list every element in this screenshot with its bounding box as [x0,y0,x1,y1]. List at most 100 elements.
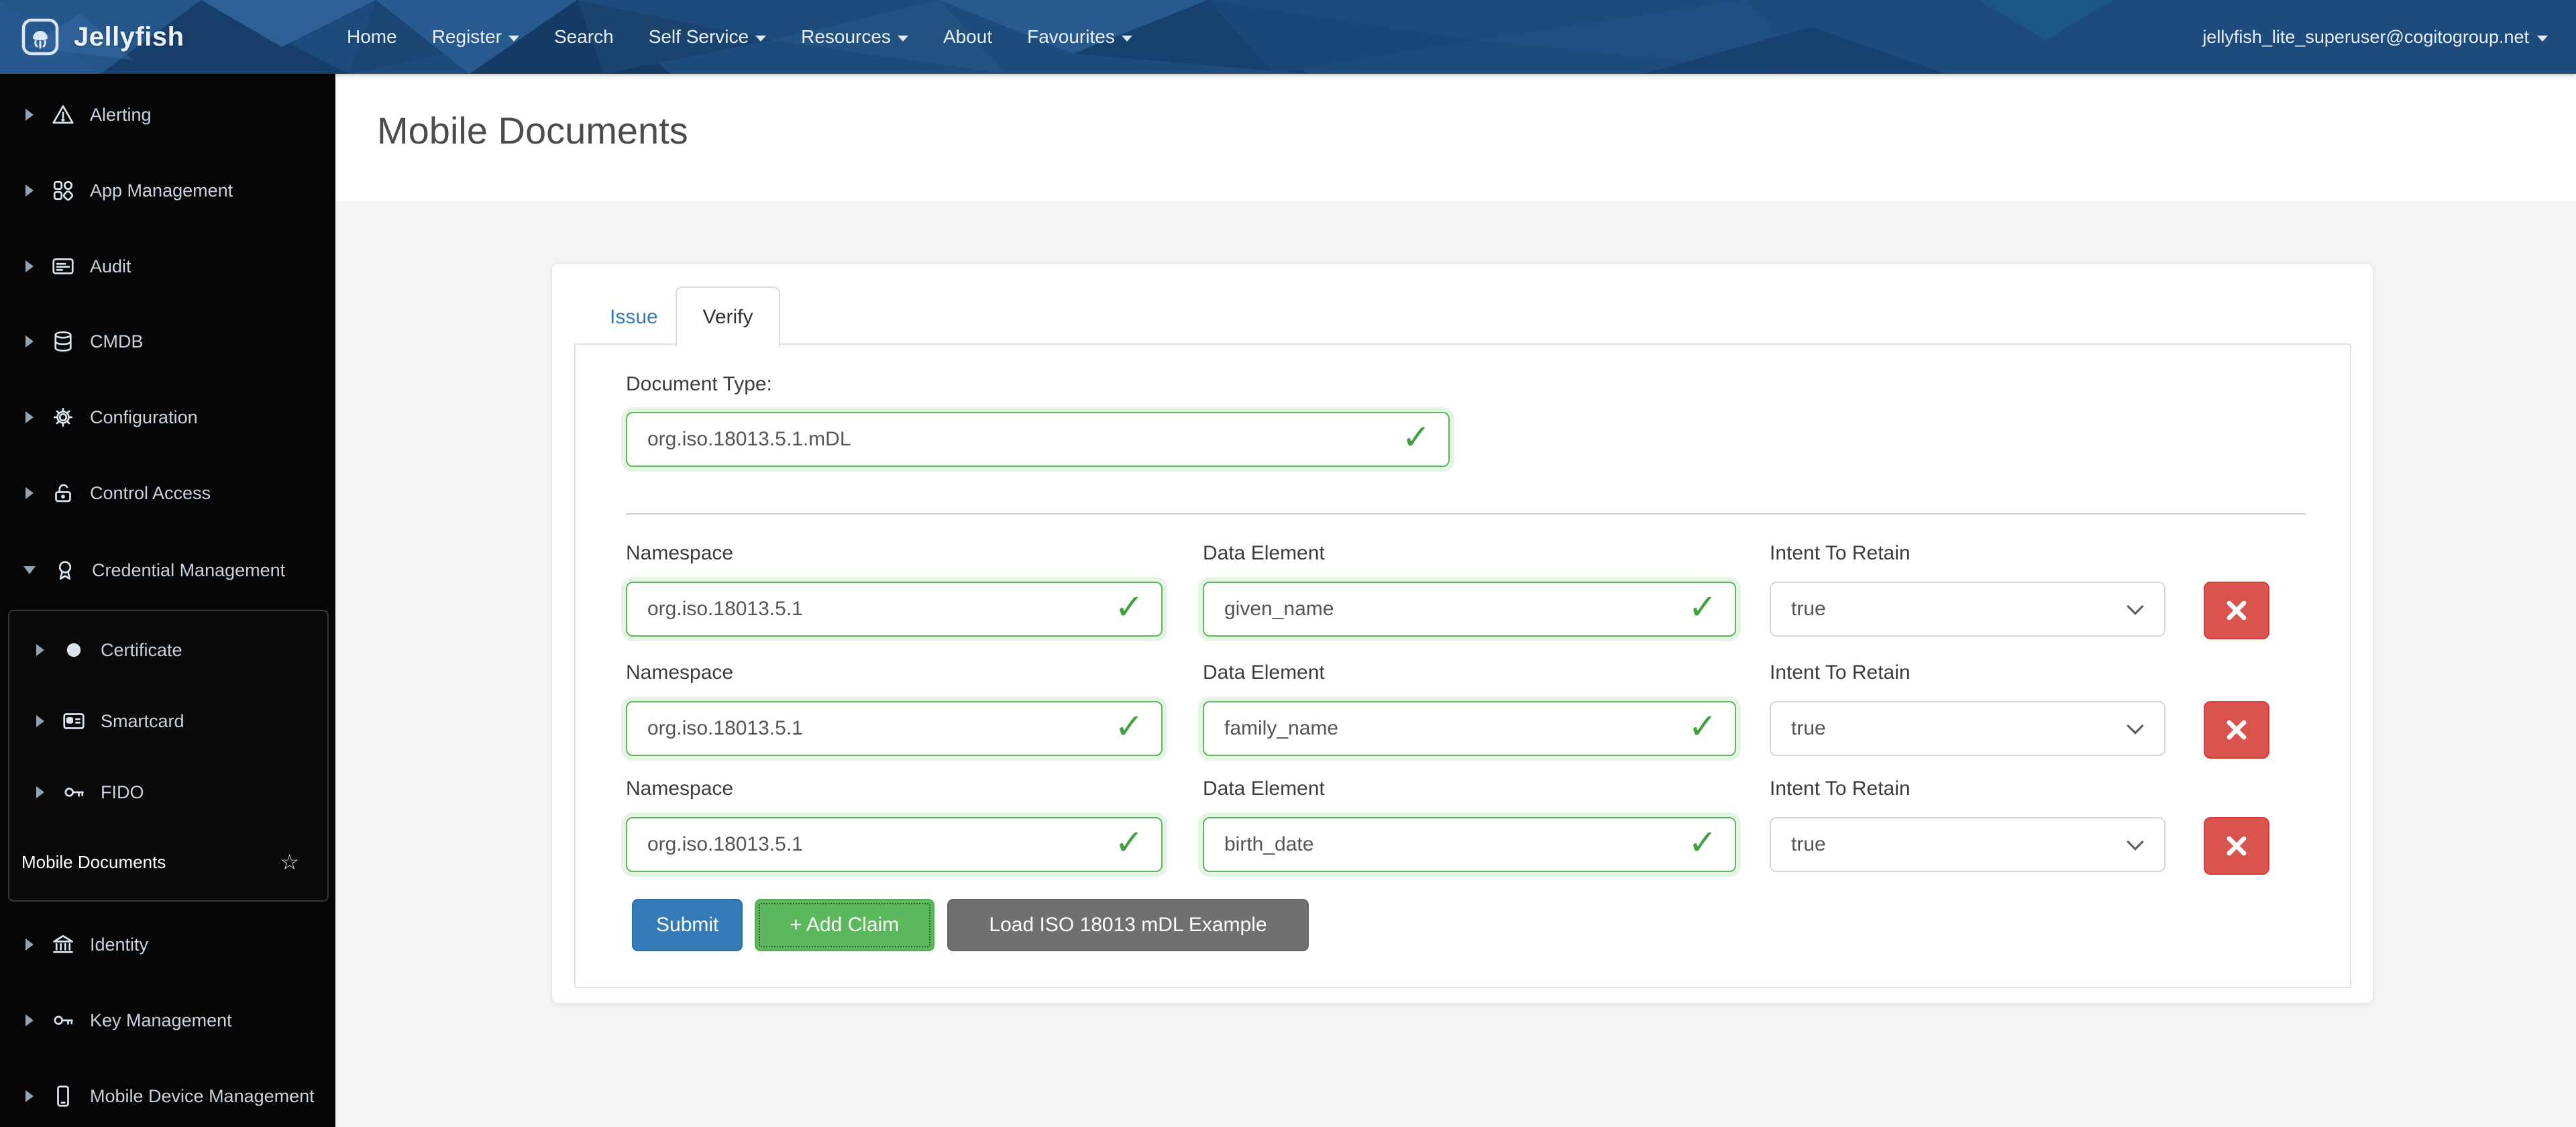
main-menu: Home Register Search Self Service Resour… [347,0,1132,74]
mobile-documents-card: Issue Verify Document Type: org.iso.1801… [551,263,2373,1004]
badge-icon [53,558,77,582]
sidebar-item-smartcard[interactable]: Smartcard [9,700,325,743]
data-element-input[interactable]: given_name ✓ [1203,582,1736,637]
sidebar-item-alerting[interactable]: Alerting [0,93,335,136]
valid-check-icon: ✓ [1114,707,1144,747]
sidebar-item-configuration[interactable]: Configuration [0,396,335,439]
sidebar-item-fido[interactable]: FIDO [9,771,325,814]
credential-management-group: Certificate Smartcard FIDO Mobile Docume… [8,610,329,902]
caret-right-icon [36,644,44,656]
valid-check-icon: ✓ [1688,707,1717,747]
document-type-input[interactable]: org.iso.18013.5.1.mDL ✓ [626,412,1450,467]
nav-item-search[interactable]: Search [554,26,614,48]
sidebar-item-cmdb[interactable]: CMDB [0,320,335,363]
data-element-input[interactable]: family_name ✓ [1203,701,1736,756]
star-outline-icon[interactable]: ☆ [280,849,299,875]
audit-card-icon [51,254,75,278]
caret-right-icon [36,786,44,798]
account-email: jellyfish_lite_superuser@cogitogroup.net [2202,27,2529,48]
sidebar-item-control-access[interactable]: Control Access [0,472,335,515]
tab-verify[interactable]: Verify [676,286,780,347]
valid-check-icon: ✓ [1114,588,1144,628]
remove-claim-button[interactable] [2204,701,2269,759]
intent-to-retain-label: Intent To Retain [1770,777,1911,800]
caret-right-icon [25,487,34,499]
page-header: Mobile Documents [335,74,2576,201]
sidebar: Alerting App Management Audit CMDB [0,74,335,1127]
remove-claim-button[interactable] [2204,817,2269,875]
chevron-down-icon [755,36,766,42]
caret-right-icon [25,411,34,423]
intent-to-retain-label: Intent To Retain [1770,542,1911,565]
sidebar-item-audit[interactable]: Audit [0,245,335,288]
bank-icon [51,932,75,957]
key-icon [62,780,86,804]
nav-item-home[interactable]: Home [347,26,397,48]
intent-to-retain-select[interactable]: true [1770,701,2165,756]
namespace-input[interactable]: org.iso.18013.5.1 ✓ [626,817,1163,872]
page-title: Mobile Documents [377,109,688,152]
chevron-down-icon [1122,36,1132,42]
data-element-label: Data Element [1203,542,1325,565]
caret-right-icon [36,715,44,727]
namespace-input[interactable]: org.iso.18013.5.1 ✓ [626,701,1163,756]
jellyfish-logo-icon [19,15,62,58]
chevron-down-icon [2127,833,2143,850]
caret-right-icon [25,109,34,121]
sidebar-item-mobile-device-management[interactable]: Mobile Device Management [0,1075,335,1118]
sidebar-item-app-management[interactable]: App Management [0,169,335,212]
x-icon [2223,716,2250,743]
key-icon [51,1008,75,1032]
sidebar-item-certificate[interactable]: Certificate [9,629,325,672]
caret-down-icon [23,566,36,574]
chevron-down-icon [2127,598,2143,614]
sidebar-item-label: Mobile Documents [21,852,166,873]
gear-icon [51,405,75,429]
intent-to-retain-label: Intent To Retain [1770,661,1911,684]
nav-item-resources[interactable]: Resources [801,26,908,48]
add-claim-button[interactable]: + Add Claim [755,899,934,951]
tab-issue[interactable]: Issue [610,290,677,344]
nav-item-self-service[interactable]: Self Service [649,26,766,48]
apps-icon [51,178,75,203]
x-icon [2223,833,2250,859]
namespace-input[interactable]: org.iso.18013.5.1 ✓ [626,582,1163,637]
nav-item-about[interactable]: About [943,26,992,48]
data-element-input[interactable]: birth_date ✓ [1203,817,1736,872]
valid-check-icon: ✓ [1401,418,1431,458]
namespace-label: Namespace [626,542,733,565]
sidebar-item-key-management[interactable]: Key Management [0,999,335,1042]
sidebar-item-credential-management[interactable]: Credential Management [0,549,335,592]
load-iso-example-button[interactable]: Load ISO 18013 mDL Example [947,899,1309,951]
intent-to-retain-select[interactable]: true [1770,817,2165,872]
submit-button[interactable]: Submit [632,899,743,951]
caret-right-icon [25,938,34,951]
alert-triangle-icon [51,103,75,127]
valid-check-icon: ✓ [1114,823,1144,863]
caret-right-icon [25,1014,34,1026]
intent-to-retain-select[interactable]: true [1770,582,2165,637]
sidebar-item-identity[interactable]: Identity [0,923,335,966]
smartcard-icon [62,709,86,733]
circle-icon [62,638,86,662]
verify-tab-panel: Document Type: org.iso.18013.5.1.mDL ✓ N… [574,343,2351,988]
caret-right-icon [25,335,34,347]
phone-icon [51,1084,75,1108]
jellyfish-brand[interactable]: Jellyfish [19,0,184,74]
nav-item-register[interactable]: Register [432,26,519,48]
namespace-label: Namespace [626,661,733,684]
caret-right-icon [25,1090,34,1102]
chevron-down-icon [2537,36,2548,42]
unlock-icon [51,481,75,505]
sidebar-item-mobile-documents[interactable]: Mobile Documents ☆ [9,841,325,883]
nav-item-favourites[interactable]: Favourites [1027,26,1132,48]
remove-claim-button[interactable] [2204,582,2269,639]
namespace-label: Namespace [626,777,733,800]
account-menu[interactable]: jellyfish_lite_superuser@cogitogroup.net [2202,0,2548,74]
chevron-down-icon [898,36,908,42]
x-icon [2223,597,2250,624]
document-type-label: Document Type: [626,373,772,396]
caret-right-icon [25,260,34,272]
chevron-down-icon [2127,717,2143,734]
top-navbar: Jellyfish Home Register Search Self Serv… [0,0,2576,74]
